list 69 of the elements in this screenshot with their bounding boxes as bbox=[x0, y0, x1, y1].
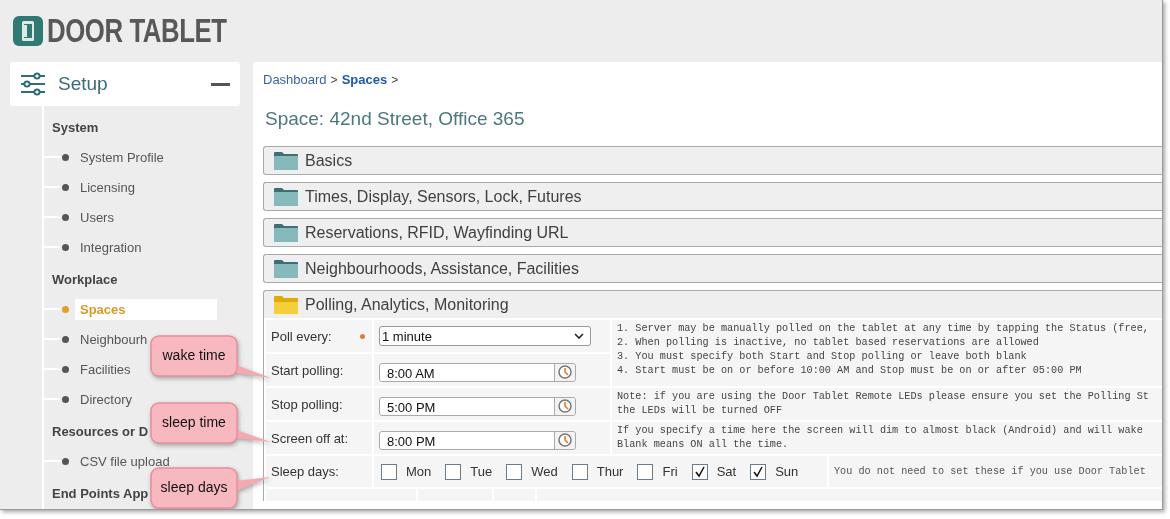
checkbox-label: Thur bbox=[596, 464, 624, 479]
bullet-icon bbox=[62, 365, 69, 373]
folder-icon bbox=[273, 150, 299, 171]
dropdown[interactable]: 1 minute bbox=[379, 326, 591, 346]
checkbox-label: Mon bbox=[406, 464, 432, 479]
group-heading: System bbox=[51, 120, 99, 137]
checkbox-label: Tue bbox=[470, 464, 493, 479]
collapse-icon[interactable] bbox=[211, 82, 230, 86]
folder-icon bbox=[273, 258, 299, 279]
checkbox[interactable] bbox=[445, 463, 462, 480]
setup-header[interactable]: Setup bbox=[10, 62, 240, 106]
checkbox[interactable] bbox=[571, 463, 588, 480]
help-text: You do not need to set these if you use Door Tablet bbox=[834, 466, 1146, 477]
open-folder-icon bbox=[273, 294, 299, 315]
field-label: Stop polling: bbox=[271, 396, 343, 412]
sidebar-item[interactable]: Directory bbox=[75, 388, 132, 410]
bullet-icon bbox=[62, 213, 69, 221]
bullet-icon bbox=[62, 305, 69, 313]
bullet-icon bbox=[62, 153, 69, 161]
group-heading: Resources or D bbox=[51, 424, 149, 441]
folder-icon bbox=[273, 222, 299, 243]
section-header[interactable]: Times, Display, Sensors, Lock, Futures bbox=[263, 182, 1162, 211]
checkbox[interactable] bbox=[381, 463, 397, 480]
section-header[interactable]: Polling, Analytics, Monitoring bbox=[263, 290, 1162, 318]
bullet-icon bbox=[62, 395, 69, 403]
folder-icon bbox=[273, 186, 299, 207]
callout: sleep days bbox=[150, 467, 272, 509]
logo-text: DOOR TABLET bbox=[47, 12, 227, 50]
bullet-icon bbox=[62, 243, 69, 251]
callout: wake time bbox=[150, 335, 272, 379]
logo-icon bbox=[13, 16, 43, 46]
help-text: Note: if you are using the Door Tablet Remote LEDs please ensure you set the Polling St the LEDs will be turned OFF bbox=[612, 388, 1162, 420]
page-title: Space: 42nd Street, Office 365 bbox=[265, 108, 526, 131]
checkbox-label: Sun bbox=[775, 464, 799, 479]
sidebar-item[interactable]: Integration bbox=[75, 236, 142, 258]
checkbox-label: Wed bbox=[531, 464, 558, 479]
checkbox[interactable] bbox=[750, 463, 767, 480]
callout: sleep time bbox=[150, 402, 272, 446]
sidebar-item[interactable]: Facilities bbox=[75, 358, 131, 380]
sidebar-item[interactable]: Neighbourh bbox=[75, 328, 148, 350]
group-heading: End Points App bbox=[51, 486, 149, 503]
breadcrumb-link[interactable]: Dashboard bbox=[263, 72, 327, 87]
breadcrumb-separator: > bbox=[330, 73, 338, 87]
bullet-icon bbox=[62, 457, 69, 465]
breadcrumb-link[interactable]: Spaces bbox=[341, 72, 388, 87]
checkbox-label: Fri bbox=[662, 464, 678, 479]
checkbox[interactable] bbox=[637, 463, 654, 480]
checkbox[interactable] bbox=[691, 463, 708, 480]
sidebar-item[interactable]: Licensing bbox=[75, 176, 135, 198]
sidebar-item[interactable]: System Profile bbox=[75, 146, 164, 168]
bullet-icon bbox=[62, 335, 69, 343]
section-header[interactable]: Neighbourhoods, Assistance, Facilities bbox=[263, 254, 1162, 283]
sidebar-title: Setup bbox=[58, 73, 109, 95]
help-text: 1. Server may be manually polled on the tablet at any time by tapping the Status (free, 2. When polling is inactive, no tablet based reservations are allowed 3. You must specify both Start and Stop polling or leave both blank 4. Start must be on or before 10:00 AM and Stop must be on or after 05:00 PM bbox=[612, 320, 1162, 386]
field-label: Sleep days: bbox=[271, 464, 339, 479]
breadcrumb-separator: > bbox=[391, 73, 399, 87]
sidebar-item[interactable]: Users bbox=[75, 206, 114, 228]
checkbox[interactable] bbox=[506, 463, 523, 480]
section-header[interactable]: Reservations, RFID, Wayfinding URL bbox=[263, 218, 1162, 247]
help-text: If you specify a time here the screen will dim to almost black (Android) and will wake Blank means ON all the time. bbox=[612, 422, 1162, 454]
sliders-icon bbox=[20, 72, 46, 96]
field-label: Start polling: bbox=[271, 362, 344, 378]
field-label: Poll every: bbox=[271, 328, 332, 344]
checkbox-label: Sat bbox=[716, 464, 737, 479]
chevron-down-icon bbox=[574, 333, 584, 339]
bullet-icon bbox=[62, 183, 69, 191]
field-label: Screen off at: bbox=[271, 430, 349, 446]
section-header[interactable]: Basics bbox=[263, 146, 1162, 175]
group-heading: Workplace bbox=[51, 272, 118, 289]
